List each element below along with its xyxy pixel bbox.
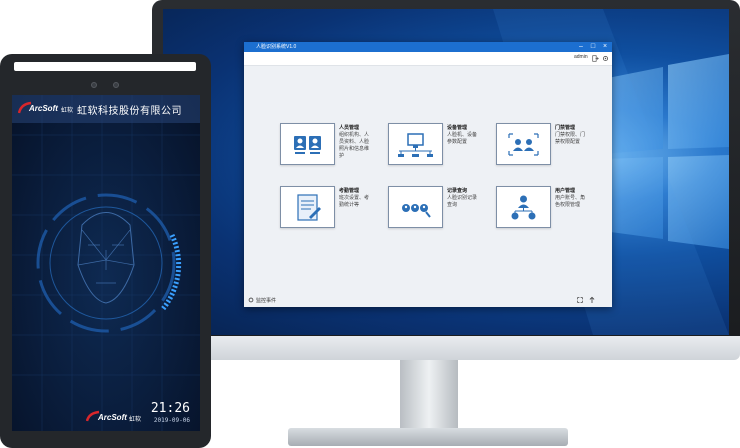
- access-control-icon: [508, 133, 539, 156]
- gear-icon[interactable]: [248, 297, 254, 303]
- top-toolbar: admin: [244, 52, 612, 66]
- monitor-stand-neck: [400, 360, 458, 430]
- tile-attendance-management[interactable]: [280, 186, 335, 228]
- tablet-header: ArcSoft 虹软 虹软科技股份有限公司: [12, 95, 200, 123]
- tablet-screen: ArcSoft 虹软 虹软科技股份有限公司 ArcSoft 虹软 21:26 2…: [12, 95, 200, 431]
- record-search-icon: [402, 204, 431, 218]
- camera-bar: [14, 62, 196, 71]
- tile-title: 记录查询: [447, 188, 468, 194]
- username-label[interactable]: admin: [574, 54, 588, 60]
- monitor-stand-base: [288, 428, 568, 446]
- brand-name-cn: 虹软: [61, 108, 74, 114]
- tile-access-management[interactable]: [496, 123, 551, 165]
- fullscreen-icon[interactable]: [577, 297, 583, 303]
- clock-time: 21:26: [150, 401, 190, 416]
- status-bar: 监控事件: [244, 293, 612, 307]
- maximize-icon[interactable]: □: [588, 42, 598, 52]
- device-network-icon: [398, 133, 433, 157]
- window-title: 人脸识别系统V1.0: [256, 44, 297, 50]
- tile-description: 班次设置、考勤统计等: [339, 195, 370, 208]
- company-name: 虹软科技股份有限公司: [77, 106, 182, 117]
- tile-device-management[interactable]: [388, 123, 443, 165]
- tile-description: 人脸识别记录查询: [447, 195, 478, 208]
- monitor-chin: [152, 336, 740, 360]
- tile-title: 考勤管理: [339, 188, 360, 194]
- settings-gear-icon[interactable]: [602, 55, 609, 62]
- tile-description: 人脸机、设备参数配置: [447, 132, 478, 145]
- user-hierarchy-icon: [511, 195, 536, 220]
- people-cards-icon: [294, 136, 321, 154]
- tile-title: 门禁管理: [555, 125, 576, 131]
- tile-title: 用户管理: [555, 188, 576, 194]
- title-bar: 人脸识别系统V1.0 – □ ×: [244, 42, 612, 52]
- brand-name: ArcSoft: [29, 104, 58, 113]
- tile-personnel-management[interactable]: [280, 123, 335, 165]
- brand-name-footer: ArcSoft: [98, 413, 127, 422]
- close-icon[interactable]: ×: [600, 42, 610, 52]
- brand-name-cn-footer: 虹软: [129, 417, 142, 423]
- arrow-up-icon[interactable]: [589, 296, 595, 304]
- camera-icon: [91, 82, 97, 88]
- tile-description: 组织机构、人员资料、人脸照片和信息维护: [339, 132, 370, 159]
- app-window: 人脸识别系统V1.0 – □ × admin 人员管理 组织机构、人员资料、人脸…: [244, 42, 612, 307]
- logout-icon[interactable]: [592, 55, 599, 62]
- attendance-document-icon: [297, 194, 321, 221]
- tile-title: 人员管理: [339, 125, 360, 131]
- face-scan-graphic: [12, 95, 200, 431]
- tile-user-management[interactable]: [496, 186, 551, 228]
- tile-record-query[interactable]: [388, 186, 443, 228]
- tile-title: 设备管理: [447, 125, 468, 131]
- minimize-icon[interactable]: –: [576, 42, 586, 52]
- camera-icon: [113, 82, 119, 88]
- tile-description: 用户账号、角色权限管理: [555, 195, 586, 208]
- tile-description: 门禁权限、门禁权限配置: [555, 132, 586, 145]
- status-label[interactable]: 监控事件: [256, 297, 276, 304]
- clock-date: 2019-09-06: [153, 417, 190, 424]
